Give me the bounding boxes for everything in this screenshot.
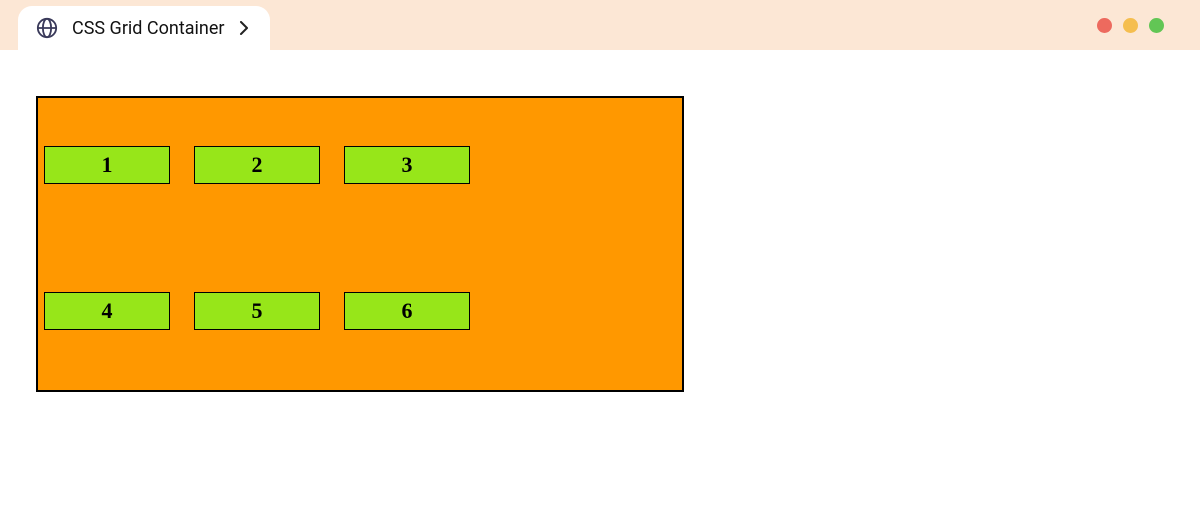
window-maximize-icon[interactable]: [1149, 18, 1164, 33]
tab-title: CSS Grid Container: [72, 18, 224, 39]
grid-item: 6: [344, 292, 470, 330]
grid-item: 5: [194, 292, 320, 330]
window-minimize-icon[interactable]: [1123, 18, 1138, 33]
grid-item: 4: [44, 292, 170, 330]
grid-item: 2: [194, 146, 320, 184]
grid-item: 3: [344, 146, 470, 184]
tab-area: CSS Grid Container: [18, 0, 270, 50]
globe-icon: [36, 17, 58, 39]
chevron-right-icon: [238, 22, 250, 34]
browser-tab[interactable]: CSS Grid Container: [18, 6, 270, 50]
window-close-icon[interactable]: [1097, 18, 1112, 33]
grid-item: 1: [44, 146, 170, 184]
window-controls: [1097, 18, 1164, 33]
page-content: 1 2 3 4 5 6: [0, 50, 1200, 392]
css-grid-container: 1 2 3 4 5 6: [36, 96, 684, 392]
browser-chrome: CSS Grid Container: [0, 0, 1200, 50]
